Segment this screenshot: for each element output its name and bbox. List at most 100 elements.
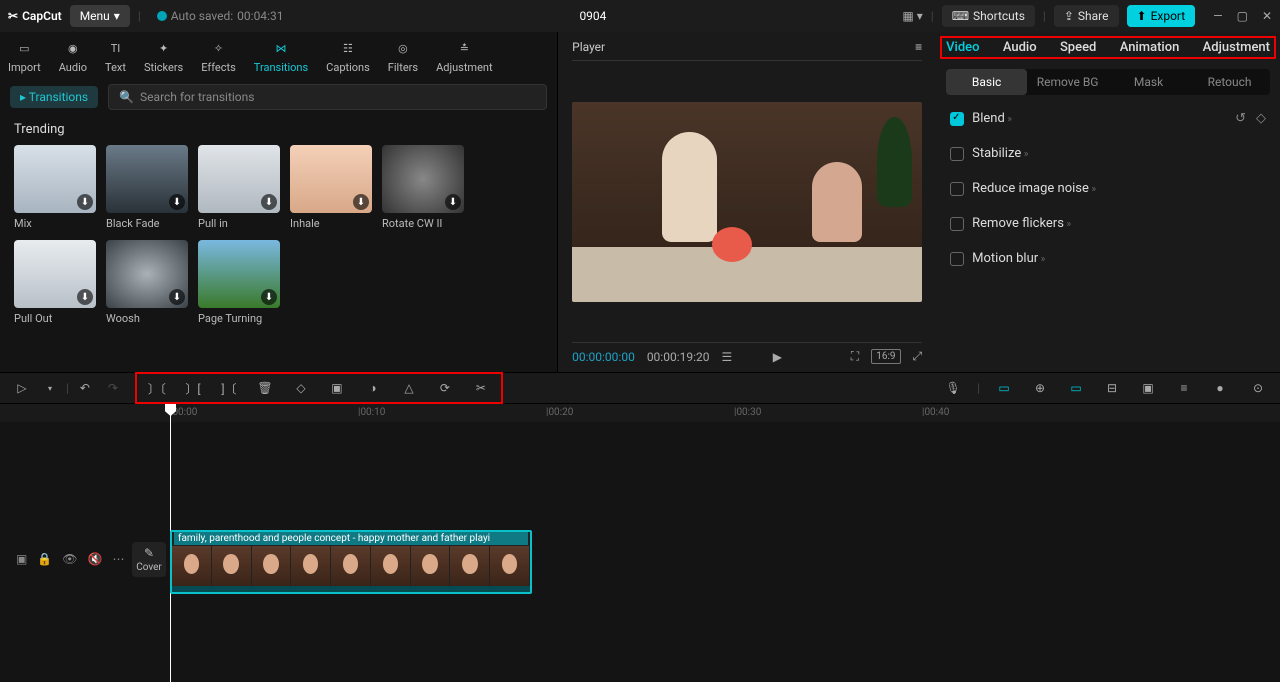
expand-icon[interactable]: ⊙ [1246,376,1270,400]
checkbox-icon[interactable] [950,112,964,126]
delete-icon[interactable]: 🗑 [253,376,277,400]
track-lock-icon[interactable]: 🔒 [37,552,52,566]
maximize-icon[interactable]: ▢ [1237,9,1248,23]
export-button[interactable]: ⬆Export [1127,5,1196,27]
search-input[interactable]: 🔍 Search for transitions [108,84,547,110]
checkbox-icon[interactable] [950,252,964,266]
shortcuts-button[interactable]: ⌨Shortcuts [942,5,1035,27]
timeline[interactable]: |00:00|00:10|00:20|00:30|00:40 ▣ 🔒 👁 🔇 ⋯… [0,404,1280,682]
play-button[interactable]: ▶ [773,350,782,364]
subtab-mask[interactable]: Mask [1108,69,1189,95]
video-preview[interactable] [572,102,922,302]
crop-icon[interactable]: ✂ [469,376,493,400]
tab-video[interactable]: Video [946,40,979,55]
track-more-icon[interactable]: ⋯ [112,552,124,566]
option-blend[interactable]: Blend↺◇ [950,111,1266,126]
trim-right-icon[interactable]: ]〔 [217,376,241,400]
download-icon[interactable]: ⬇ [261,194,277,210]
tool-tab-effects[interactable]: ✧Effects [201,38,236,74]
mic-icon[interactable]: 🎙 [941,376,965,400]
track-height-icon[interactable]: ≡ [1172,376,1196,400]
reset-icon[interactable]: ↺ [1235,111,1246,126]
transition-item[interactable]: ⬇Pull Out [14,240,96,325]
track-mute-icon[interactable]: 🔇 [88,552,103,566]
checkbox-icon[interactable] [950,182,964,196]
option-remove-flickers[interactable]: Remove flickers [950,216,1266,231]
link-icon[interactable]: ⊕ [1028,376,1052,400]
track-visible-icon[interactable]: 👁 [62,552,77,566]
subtab-transitions[interactable]: ▸ Transitions [10,86,98,108]
download-icon[interactable]: ⬇ [77,194,93,210]
track-expand-icon[interactable]: ▣ [16,552,27,566]
tab-adjustment[interactable]: Adjustment [1203,40,1270,55]
ruler-mark: |00:10 [358,407,385,418]
close-icon[interactable]: ✕ [1262,9,1272,23]
tab-audio[interactable]: Audio [1003,40,1037,55]
option-motion-blur[interactable]: Motion blur [950,251,1266,266]
magnet-icon[interactable]: ▭ [992,376,1016,400]
scan-icon[interactable]: ⛶ [851,349,859,364]
menu-button[interactable]: Menu▾ [70,5,130,27]
preview-icon[interactable]: ▣ [1136,376,1160,400]
tool-tab-text[interactable]: TIText [105,38,126,74]
total-time: 00:00:19:20 [647,350,710,364]
reverse-icon[interactable]: ◑ [361,376,385,400]
transition-item[interactable]: ⬇Black Fade [106,145,188,230]
align-icon[interactable]: ⊟ [1100,376,1124,400]
time-ruler[interactable]: |00:00|00:10|00:20|00:30|00:40 [0,404,1280,422]
tool-tab-audio[interactable]: ◉Audio [59,38,87,74]
redo-icon[interactable]: ↷ [101,376,125,400]
checkbox-icon[interactable] [950,217,964,231]
download-icon[interactable]: ⬇ [353,194,369,210]
pointer-tool-icon[interactable]: ▷ [10,376,34,400]
download-icon[interactable]: ⬇ [77,289,93,305]
layout-icon[interactable]: ▦ ▾ [902,9,922,23]
mirror-icon[interactable]: △ [397,376,421,400]
check-icon [157,11,167,21]
subtab-basic[interactable]: Basic [946,69,1027,95]
transition-item[interactable]: ⬇Woosh [106,240,188,325]
rotate-icon[interactable]: ⟳ [433,376,457,400]
snap-icon[interactable]: ▭ [1064,376,1088,400]
transition-item[interactable]: ⬇Mix [14,145,96,230]
player-menu-icon[interactable]: ≡ [915,40,922,54]
tab-animation[interactable]: Animation [1120,40,1180,55]
chevron-down-icon[interactable]: ▾ [38,376,62,400]
tool-tab-transitions[interactable]: ⋈Transitions [254,38,308,74]
player-title: Player [572,40,605,54]
minimize-icon[interactable]: — [1213,9,1222,23]
tool-tab-captions[interactable]: ☷Captions [326,38,370,74]
tool-tab-filters[interactable]: ◎Filters [388,38,418,74]
fullscreen-icon[interactable]: ⤢ [913,349,923,364]
option-reduce-image-noise[interactable]: Reduce image noise [950,181,1266,196]
cover-button[interactable]: ✎ Cover [132,542,166,577]
zoom-slider-icon[interactable]: ● [1208,376,1232,400]
split-icon[interactable]: 〕〔 [145,376,169,400]
keyframe-icon[interactable]: ◇ [1256,111,1266,126]
tool-tab-adjustment[interactable]: ≛Adjustment [436,38,493,74]
download-icon[interactable]: ⬇ [169,289,185,305]
tool-tab-import[interactable]: ▭Import [8,38,41,74]
frame-icon[interactable]: ▣ [325,376,349,400]
marker-icon[interactable]: ◇ [289,376,313,400]
trim-left-icon[interactable]: 〕[ [181,376,205,400]
undo-icon[interactable]: ↶ [73,376,97,400]
option-stabilize[interactable]: Stabilize [950,146,1266,161]
tool-tab-stickers[interactable]: ✦Stickers [144,38,183,74]
download-icon[interactable]: ⬇ [169,194,185,210]
list-icon[interactable]: ☰ [721,350,732,364]
video-clip[interactable]: family, parenthood and people concept - … [170,530,532,594]
tab-speed[interactable]: Speed [1060,40,1096,55]
download-icon[interactable]: ⬇ [445,194,461,210]
aspect-ratio[interactable]: 16:9 [871,349,900,364]
checkbox-icon[interactable] [950,147,964,161]
transition-item[interactable]: ⬇Page Turning [198,240,280,325]
filters-icon: ◎ [393,38,413,58]
subtab-retouch[interactable]: Retouch [1189,69,1270,95]
subtab-remove-bg[interactable]: Remove BG [1027,69,1108,95]
share-button[interactable]: ⇪Share [1054,5,1119,27]
transition-item[interactable]: ⬇Inhale [290,145,372,230]
transition-item[interactable]: ⬇Rotate CW II [382,145,464,230]
download-icon[interactable]: ⬇ [261,289,277,305]
transition-item[interactable]: ⬇Pull in [198,145,280,230]
